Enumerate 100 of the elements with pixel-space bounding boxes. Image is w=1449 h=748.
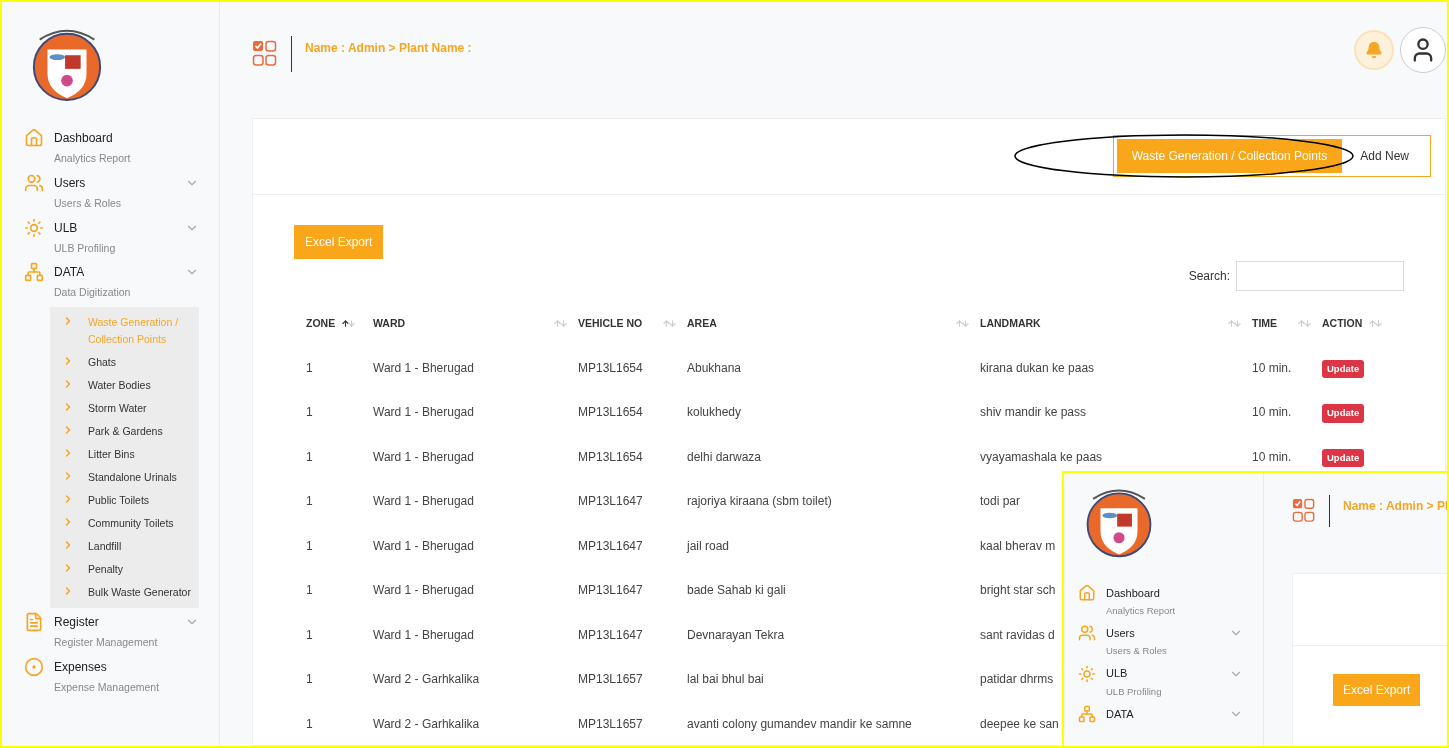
submenu-item[interactable]: Ghats [88, 354, 116, 371]
table-cell: MP13L1647 [578, 627, 643, 642]
update-button[interactable]: Update [1322, 359, 1365, 378]
avatar[interactable] [1400, 27, 1446, 73]
table-cell: MP13L1654 [578, 360, 643, 375]
table-cell: 1 [306, 672, 313, 687]
table-cell: kaal bherav m [980, 538, 1056, 553]
table-cell: Abukhana [687, 360, 742, 375]
nav-title[interactable]: DATA [54, 263, 85, 282]
nav-title[interactable]: Users [1106, 625, 1135, 642]
breadcrumb: Name : Admin > Plant Name : [305, 40, 472, 57]
grid-menu-icon[interactable] [252, 40, 278, 68]
table-cell: MP13L1647 [578, 583, 643, 598]
notification-button[interactable] [1354, 30, 1394, 70]
table-cell: 1 [306, 405, 313, 420]
nav-icon [1078, 584, 1096, 602]
nav-subtitle: Register Management [54, 635, 159, 650]
nav-title[interactable]: DATA [1106, 705, 1134, 722]
nav-subtitle: Analytics Report [1106, 604, 1177, 618]
nav-icon [24, 656, 44, 677]
update-button[interactable]: Update [1322, 404, 1365, 423]
table-cell: Ward 2 - Garhkalika [373, 716, 480, 731]
nav-subtitle: Users & Roles [54, 195, 123, 211]
table-cell: MP13L1647 [578, 538, 643, 553]
table-cell: kirana dukan ke paas [980, 360, 1095, 375]
column-header[interactable]: TIME [1252, 315, 1278, 332]
nav-title[interactable]: Register [54, 613, 99, 631]
nav-icon [24, 128, 44, 148]
table-cell: 10 min. [1252, 449, 1292, 464]
submenu-item[interactable]: Litter Bins [88, 446, 135, 463]
table-cell: Ward 1 - Bherugad [373, 538, 474, 553]
nav-subtitle: Data Digitization [54, 285, 132, 301]
table-cell: 1 [306, 494, 313, 509]
update-button[interactable]: Update [1322, 448, 1365, 467]
submenu-item[interactable]: Bulk Waste Generator [88, 584, 191, 601]
nav-icon [1078, 704, 1096, 723]
table-cell: deepee ke san [980, 716, 1059, 731]
table-cell: Ward 1 - Bherugad [373, 627, 474, 642]
submenu-item[interactable]: Storm Water [88, 400, 147, 417]
table-cell: jail road [687, 538, 730, 553]
nav-icon [24, 262, 44, 283]
grid-menu-icon[interactable] [1292, 498, 1316, 524]
column-header[interactable]: ZONE [306, 315, 336, 332]
table-cell: 1 [306, 716, 313, 731]
column-header[interactable]: VEHICLE NO [578, 315, 643, 332]
nav-title[interactable]: ULB [54, 218, 78, 237]
table-cell: Devnarayan Tekra [687, 627, 785, 642]
submenu-item[interactable]: Water Bodies [88, 377, 151, 394]
nav-subtitle: Expense Management [54, 679, 161, 695]
column-header[interactable]: WARD [373, 315, 406, 332]
submenu-item[interactable]: Standalone Urinals [88, 469, 177, 486]
table-cell: Ward 1 - Bherugad [373, 494, 474, 509]
column-header[interactable]: LANDMARK [980, 315, 1041, 332]
table-cell: patidar dhrms [980, 672, 1054, 687]
table-cell: MP13L1657 [578, 672, 643, 687]
nav-subtitle: Analytics Report [54, 151, 132, 166]
nav-subtitle: Users & Roles [1106, 644, 1168, 659]
table-cell: 1 [306, 538, 313, 553]
table-cell: 1 [306, 583, 313, 598]
nav-icon [24, 612, 44, 632]
table-cell: MP13L1657 [578, 716, 643, 731]
nav-icon [24, 172, 44, 193]
table-cell: bright star sch [980, 583, 1056, 598]
nav-subtitle: ULB Profiling [1106, 684, 1163, 699]
nav-title[interactable]: Users [54, 173, 86, 192]
table-cell: vyayamashala ke paas [980, 449, 1103, 464]
table-cell: Ward 1 - Bherugad [373, 449, 474, 464]
table-cell: rajoriya kiraana (sbm toilet) [687, 494, 832, 509]
table-cell: kolukhedy [687, 405, 742, 420]
nav-title[interactable]: Expenses [54, 657, 107, 676]
table-cell: 1 [306, 360, 313, 375]
table-cell: MP13L1647 [578, 494, 643, 509]
sort-icon[interactable] [341, 319, 357, 328]
table-cell: Ward 2 - Garhkalika [373, 672, 480, 687]
table-cell: 10 min. [1252, 360, 1292, 375]
column-header[interactable]: ACTION [1322, 315, 1363, 332]
submenu-item[interactable]: Landfill [88, 538, 122, 555]
table-cell: 1 [306, 627, 313, 642]
table-cell: MP13L1654 [578, 449, 643, 464]
nav-title[interactable]: Dashboard [1106, 584, 1160, 602]
table-cell: todi par [980, 494, 1021, 509]
table-cell: 10 min. [1252, 405, 1292, 420]
submenu-item[interactable]: Penalty [88, 561, 124, 578]
table-cell: lal bai bhul bai [687, 672, 764, 687]
table-cell: Ward 1 - Bherugad [373, 405, 474, 420]
nav-icon [1078, 624, 1096, 643]
table-cell: Ward 1 - Bherugad [373, 360, 474, 375]
submenu-item[interactable]: Park & Gardens [88, 423, 163, 440]
search-field[interactable] [1236, 260, 1404, 291]
table-cell: bade Sahab ki gali [687, 583, 786, 598]
column-header[interactable]: AREA [687, 315, 717, 332]
submenu-item[interactable]: Community Toilets [88, 515, 174, 532]
table-cell: 1 [306, 449, 313, 464]
table-cell: avanti colony gumandev mandir ke samne [687, 716, 912, 731]
nav-icon [1078, 664, 1096, 683]
nav-title[interactable]: ULB [1106, 665, 1128, 682]
nav-title[interactable]: Dashboard [54, 129, 113, 147]
submenu-item[interactable]: Public Toilets [88, 492, 150, 509]
table-cell: MP13L1654 [578, 405, 643, 420]
table-cell: Ward 1 - Bherugad [373, 583, 474, 598]
